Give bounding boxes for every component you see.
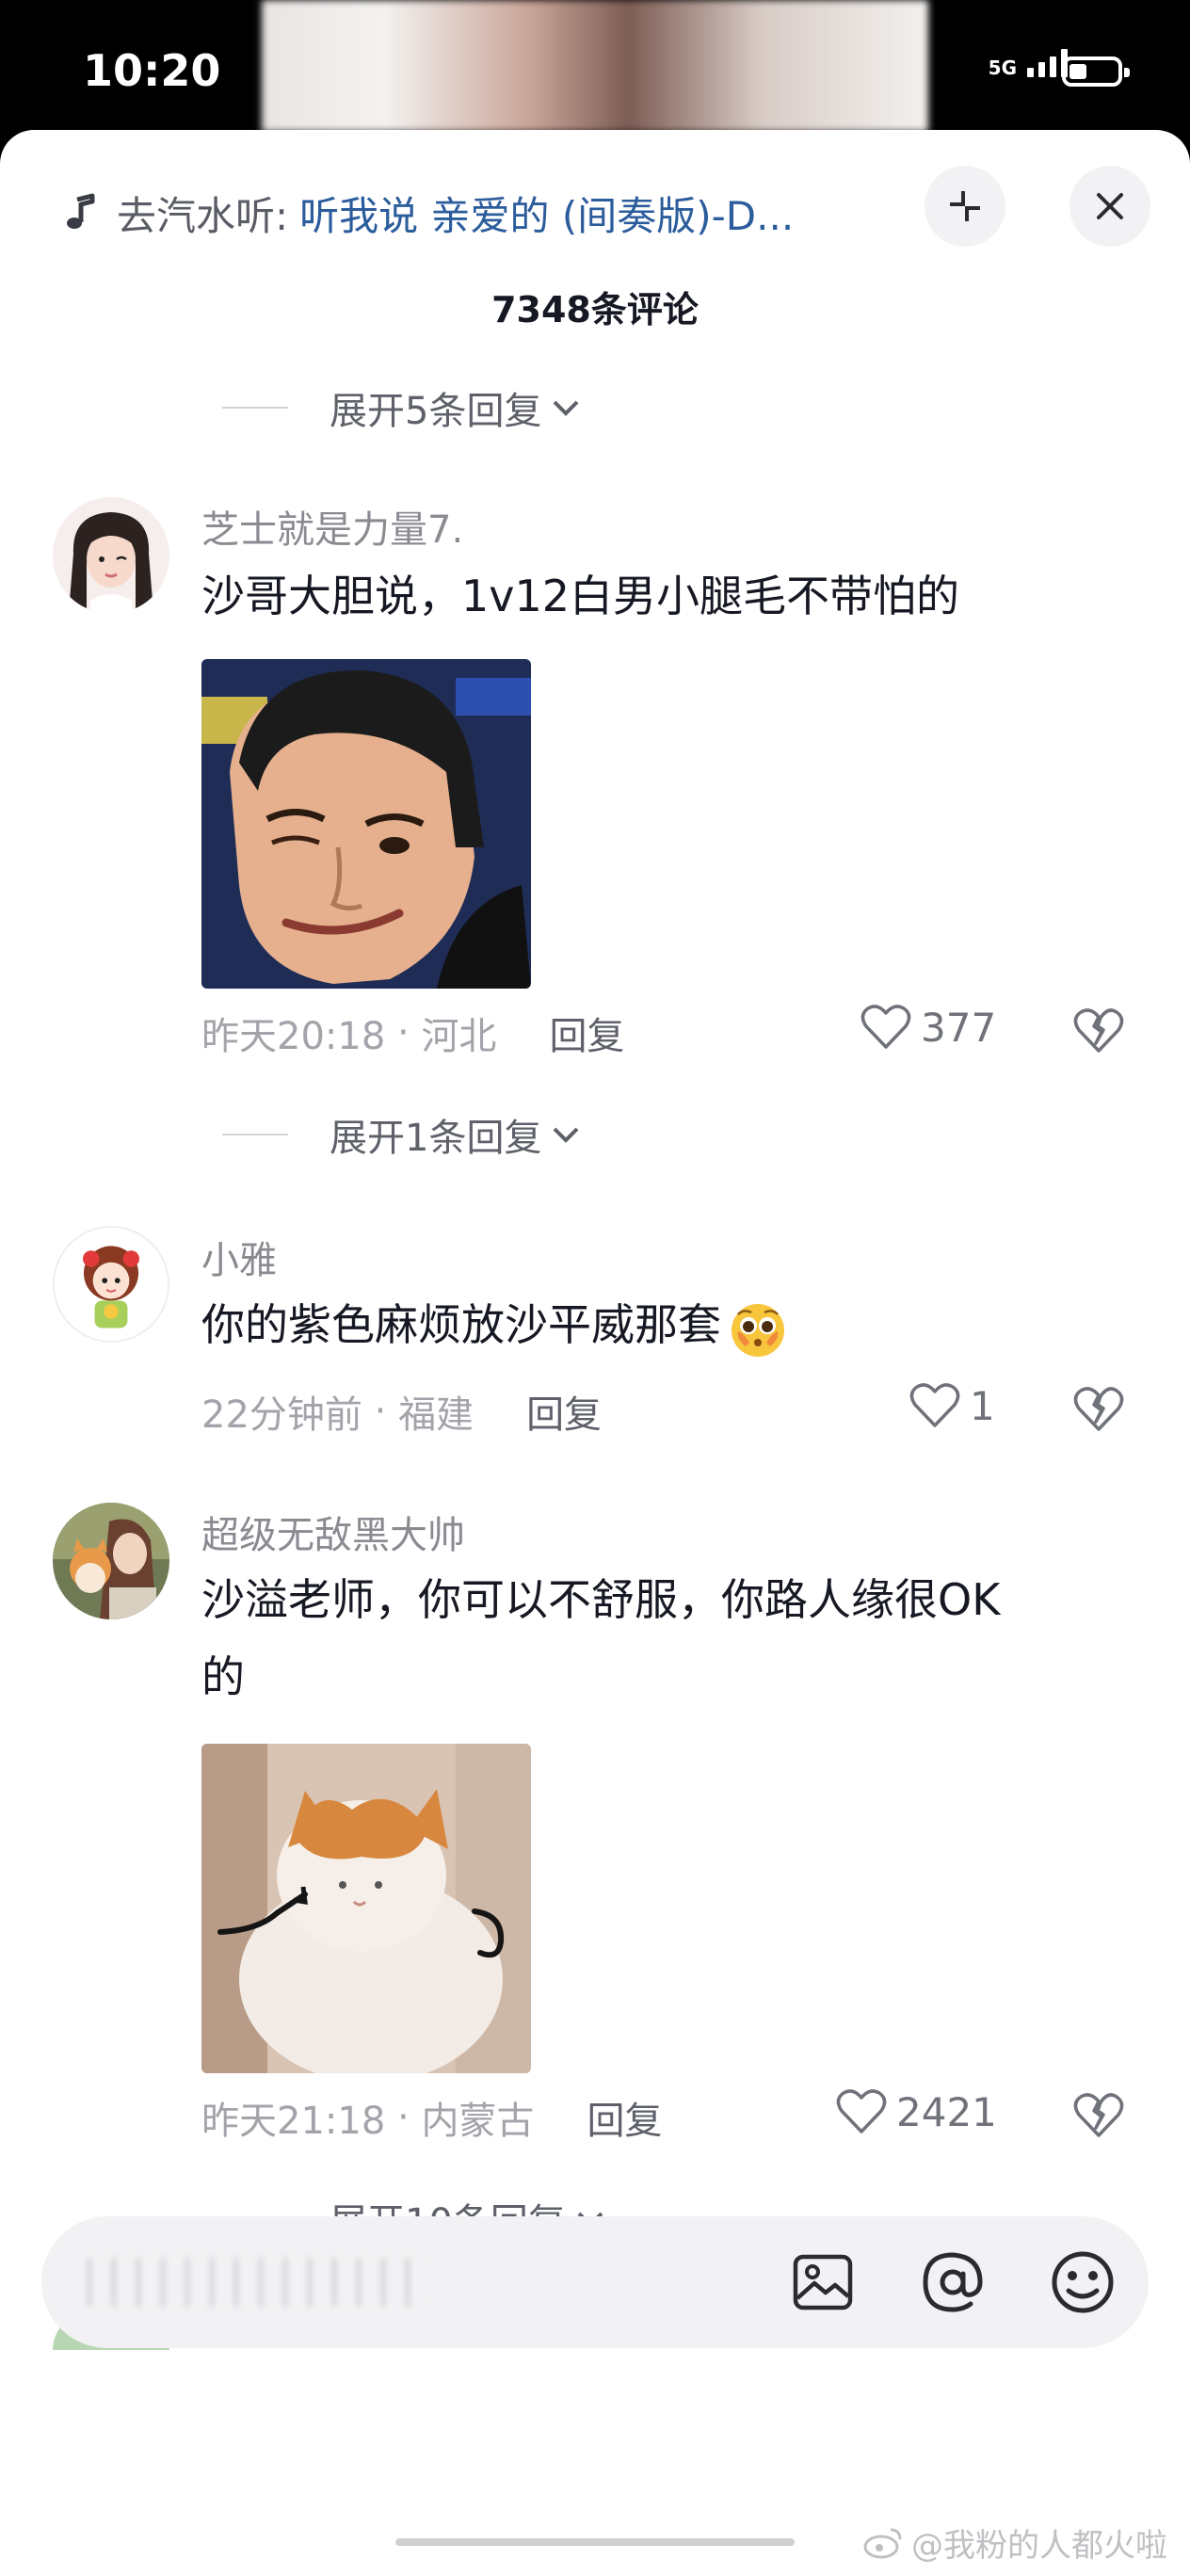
like-button[interactable]: 1 [909, 1382, 995, 1429]
mention-button[interactable] [919, 2248, 987, 2316]
reply-button[interactable]: 回复 [526, 1384, 602, 1439]
avatar-image [53, 497, 169, 614]
comment-sheet: 去汽水听: 听我说 亲爱的 (间奏版)-D... 7348条评论 展开5条回复 … [0, 130, 1190, 2576]
music-prefix: 去汽水听: [117, 192, 289, 239]
like-count: 2421 [896, 2088, 997, 2135]
comment-username[interactable]: 小雅 [201, 1230, 277, 1284]
comment-text-body: 你的紫色麻烦放沙平威那套 [201, 1299, 721, 1350]
reply-button[interactable]: 回复 [549, 1006, 624, 1060]
comment-text-line: 的 [201, 1651, 245, 1702]
meme-sticker-cat[interactable] [201, 1744, 531, 2073]
comment-username[interactable]: 超级无敌黑大帅 [201, 1505, 465, 1559]
heart-icon [860, 1005, 911, 1049]
expand-replies-label: 展开5条回复 [330, 390, 542, 433]
broken-heart-icon[interactable] [1073, 2092, 1124, 2139]
comment-meta: 昨天21:18 · 内蒙古 回复 [201, 2090, 662, 2145]
status-bar: 10:20 5G [0, 0, 1190, 132]
music-title[interactable]: 听我说 亲爱的 (间奏版)-D... [299, 185, 794, 242]
sticker-image [201, 1744, 531, 2073]
comment-time: 22分钟前 [201, 1393, 362, 1437]
comment-input-bar[interactable] [41, 2216, 1149, 2348]
blurred-input-text [87, 2258, 426, 2307]
collapse-button[interactable] [925, 166, 1005, 247]
comment-time: 昨天21:18 [201, 2100, 386, 2143]
emoji-icon [1052, 2251, 1114, 2313]
comment-count: 7348条评论 [491, 289, 699, 330]
avatar[interactable] [53, 1226, 169, 1343]
network-label: 5G [988, 56, 1017, 79]
collapse-icon [950, 191, 980, 221]
meta-separator: · [385, 2096, 422, 2139]
close-button[interactable] [1069, 166, 1150, 247]
meme-sticker-man[interactable] [201, 659, 531, 989]
signal-icon: 5G [989, 49, 1068, 77]
blurred-video-strip [262, 0, 928, 132]
pleading-face-emoji-icon [732, 1303, 784, 1357]
comment-time: 昨天20:18 [201, 1015, 386, 1058]
music-link[interactable]: 去汽水听: 听我说 亲爱的 (间奏版)-D... [60, 185, 889, 241]
status-time: 10:20 [83, 45, 221, 96]
avatar-image [55, 1228, 168, 1341]
battery-icon [1062, 56, 1130, 87]
comment-text: 你的紫色麻烦放沙平威那套 [201, 1286, 1124, 1363]
weibo-icon [863, 2528, 902, 2558]
like-count: 1 [970, 1382, 995, 1429]
close-icon [1097, 193, 1123, 219]
expand-replies-label: 展开1条回复 [330, 1117, 542, 1160]
chevron-down-icon [554, 400, 579, 416]
like-count: 377 [921, 1004, 997, 1051]
at-icon [923, 2252, 983, 2312]
like-button[interactable]: 2421 [836, 2088, 997, 2135]
comment-location: 福建 [398, 1393, 474, 1437]
sticker-image [201, 659, 531, 989]
comment-text: 沙溢老师，你可以不舒服，你路人缘很OK 的 [201, 1561, 1124, 1715]
comment-location: 内蒙古 [421, 2100, 535, 2143]
divider [222, 407, 288, 409]
broken-heart-icon[interactable] [1073, 1007, 1124, 1055]
avatar[interactable] [53, 497, 169, 614]
comment-text-line: 沙溢老师，你可以不舒服，你路人缘很OK [201, 1574, 1001, 1625]
home-indicator [395, 2538, 795, 2546]
chevron-down-icon [554, 1127, 579, 1143]
image-icon [793, 2254, 853, 2310]
divider [222, 1134, 288, 1135]
comment-location: 河北 [421, 1015, 497, 1058]
comment-text: 沙哥大胆说，1v12白男小腿毛不带怕的 [201, 571, 960, 621]
comment-meta: 22分钟前 · 福建 回复 [201, 1384, 602, 1439]
avatar[interactable] [53, 1503, 169, 1619]
avatar-image [53, 1503, 169, 1619]
heart-icon [909, 1383, 960, 1427]
broken-heart-icon[interactable] [1073, 1386, 1124, 1433]
expand-replies-button[interactable]: 展开1条回复 [222, 1107, 583, 1162]
emoji-button[interactable] [1049, 2248, 1117, 2316]
comment-username[interactable]: 芝士就是力量7. [201, 499, 463, 554]
watermark: @我粉的人都火啦 [862, 2520, 1167, 2566]
reply-button[interactable]: 回复 [587, 2090, 662, 2145]
watermark-text: @我粉的人都火啦 [911, 2527, 1167, 2565]
image-button[interactable] [789, 2248, 857, 2316]
music-note-icon [67, 193, 95, 229]
comment-meta: 昨天20:18 · 河北 回复 [201, 1006, 624, 1060]
meta-separator: · [385, 1011, 422, 1055]
heart-icon [836, 2089, 887, 2133]
meta-separator: · [362, 1390, 399, 1433]
like-button[interactable]: 377 [860, 1004, 996, 1051]
expand-replies-button[interactable]: 展开5条回复 [222, 380, 583, 435]
